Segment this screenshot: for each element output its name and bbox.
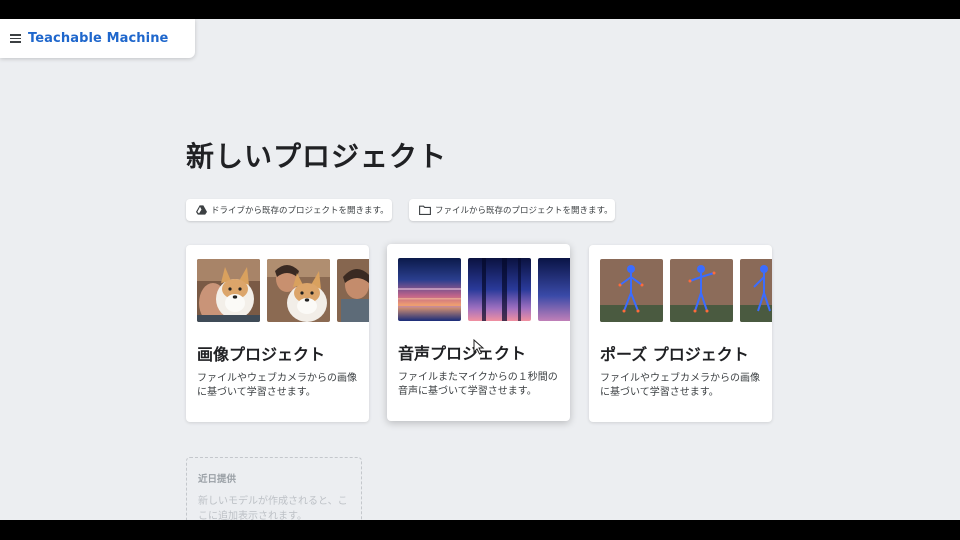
audio-project-title: 音声プロジェクト bbox=[398, 344, 527, 363]
app-title[interactable]: Teachable Machine bbox=[28, 31, 168, 46]
audio-project-thumbnails bbox=[398, 258, 570, 321]
image-thumbnail bbox=[197, 259, 260, 322]
pose-project-description: ファイルやウェブカメラからの画像に基づいて学習させます。 bbox=[600, 373, 760, 398]
pose-project-title: ポーズ プロジェクト bbox=[600, 345, 749, 364]
image-project-thumbnails bbox=[197, 259, 369, 322]
mouse-pointer-icon bbox=[473, 339, 485, 355]
pose-thumbnail bbox=[600, 259, 663, 322]
spectrogram-thumbnail bbox=[468, 258, 531, 321]
coming-soon-title: 近日提供 bbox=[198, 474, 237, 485]
spectrogram-thumbnail bbox=[398, 258, 461, 321]
audio-project-card[interactable]: 音声プロジェクト ファイルまたマイクからの１秒間の音声に基づいて学習させます。 bbox=[387, 244, 570, 421]
open-from-file-button[interactable]: ファイルから既存のプロジェクトを開きます。 bbox=[409, 199, 615, 221]
coming-soon-description: 新しいモデルが作成されると、ここに追加表示されます。 bbox=[198, 496, 348, 520]
folder-icon bbox=[419, 205, 431, 215]
image-project-card[interactable]: 画像プロジェクト ファイルやウェブカメラからの画像に基づいて学習させます。 bbox=[186, 245, 369, 422]
app-bar: Teachable Machine bbox=[0, 19, 195, 58]
pose-thumbnail bbox=[740, 259, 772, 322]
image-thumbnail bbox=[337, 259, 369, 322]
open-from-drive-label: ドライブから既存のプロジェクトを開きます。 bbox=[211, 206, 389, 216]
spectrogram-thumbnail bbox=[538, 258, 570, 321]
audio-project-description: ファイルまたマイクからの１秒間の音声に基づいて学習させます。 bbox=[398, 372, 558, 397]
app-viewport: Teachable Machine 新しいプロジェクト ドライブから既存のプロジ… bbox=[0, 19, 960, 520]
image-project-title: 画像プロジェクト bbox=[197, 345, 326, 364]
pose-project-thumbnails bbox=[600, 259, 772, 322]
image-project-description: ファイルやウェブカメラからの画像に基づいて学習させます。 bbox=[197, 373, 357, 398]
page-title: 新しいプロジェクト bbox=[186, 140, 448, 173]
google-drive-icon bbox=[196, 205, 207, 215]
image-thumbnail bbox=[267, 259, 330, 322]
coming-soon-placeholder: 近日提供 新しいモデルが作成されると、ここに追加表示されます。 bbox=[186, 457, 362, 520]
pose-thumbnail bbox=[670, 259, 733, 322]
pose-project-card[interactable]: ポーズ プロジェクト ファイルやウェブカメラからの画像に基づいて学習させます。 bbox=[589, 245, 772, 422]
open-from-drive-button[interactable]: ドライブから既存のプロジェクトを開きます。 bbox=[186, 199, 392, 221]
open-from-file-label: ファイルから既存のプロジェクトを開きます。 bbox=[435, 206, 613, 216]
menu-icon[interactable] bbox=[10, 34, 21, 43]
